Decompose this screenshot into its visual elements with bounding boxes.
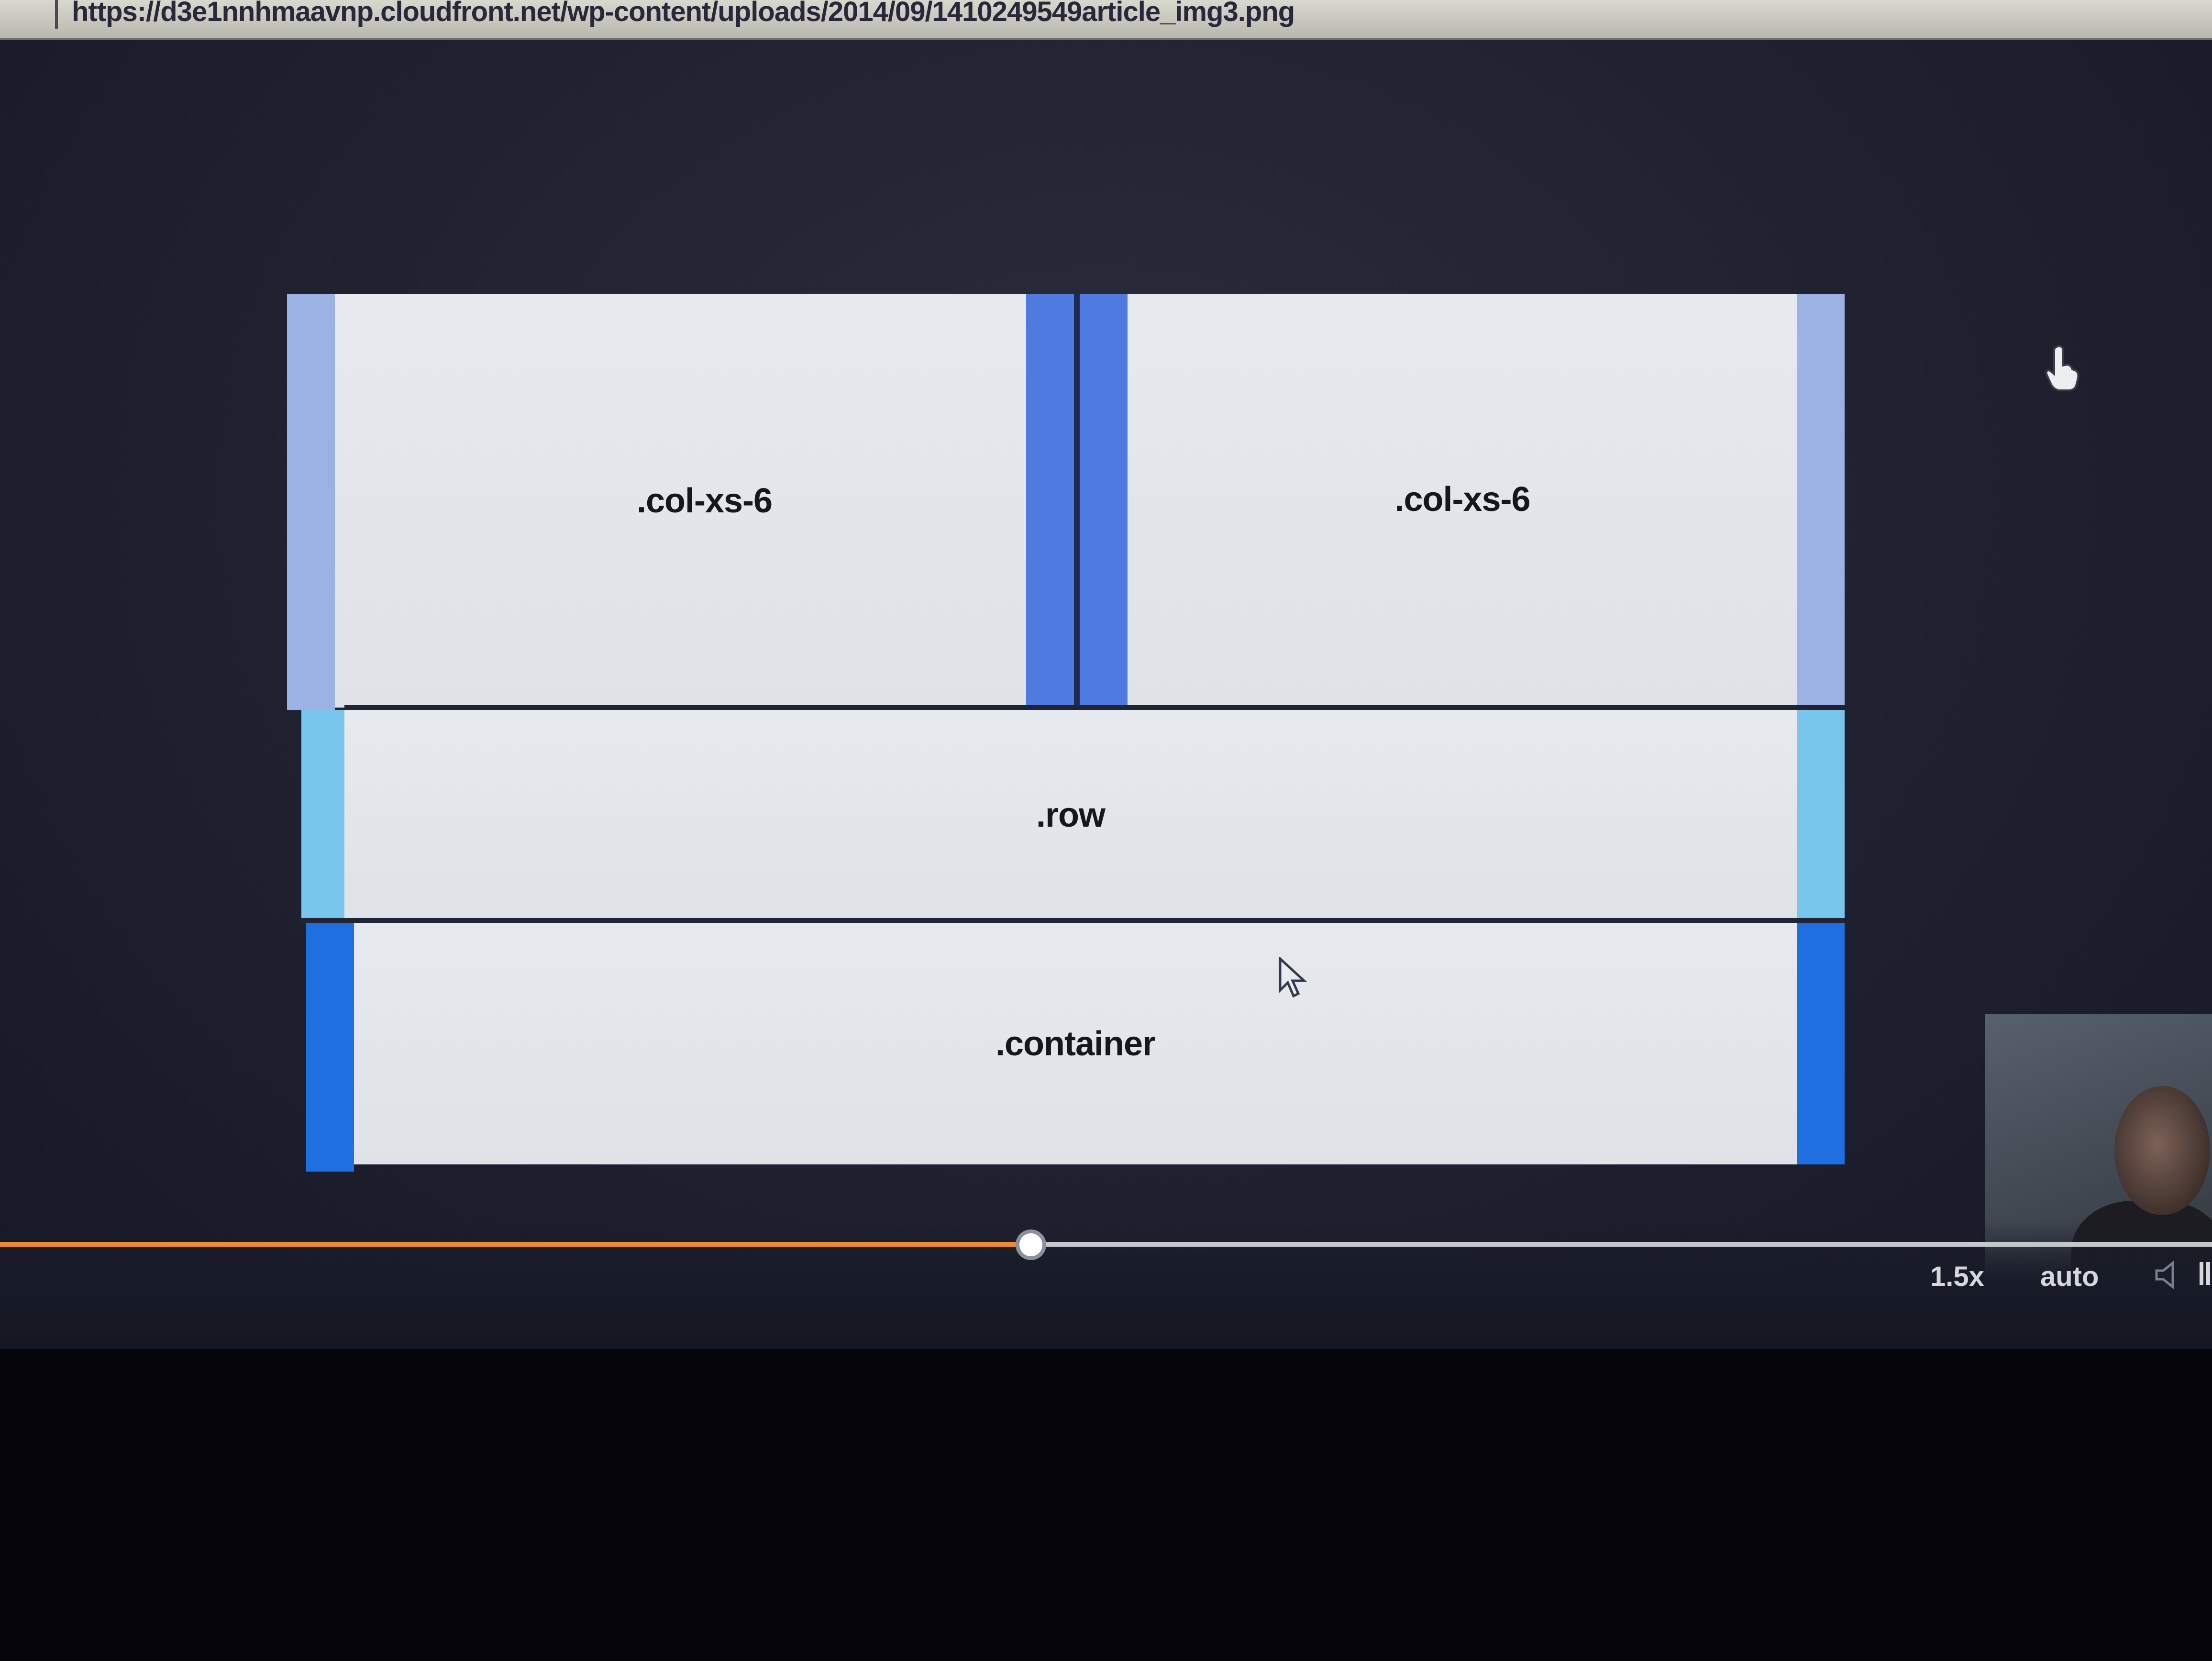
seek-progress[interactable] (0, 1242, 1031, 1247)
right-column-padding (1797, 294, 1845, 705)
gutter-right (1080, 294, 1128, 710)
volume-icon[interactable] (2153, 1258, 2186, 1292)
col-right-label: .col-xs-6 (1394, 480, 1530, 519)
container-left-padding (306, 923, 354, 1172)
address-divider (55, 0, 58, 29)
mouse-pointer-icon (1279, 957, 1307, 998)
row-left-padding (301, 710, 344, 920)
hand-cursor-icon (2045, 345, 2079, 391)
monitor-bezel (0, 1349, 2212, 1661)
row-cell: .row (344, 710, 1797, 920)
seek-knob[interactable] (1016, 1229, 1046, 1260)
pause-icon[interactable] (2199, 1259, 2212, 1288)
container-cell: .container (354, 923, 1797, 1164)
url-text[interactable]: https://d3e1nnhmaavnp.cloudfront.net/wp-… (72, 0, 1295, 26)
left-column-padding (287, 294, 335, 710)
columns-bottom-line (344, 705, 1797, 710)
presenter-face (2114, 1086, 2210, 1215)
gutter-divider (1074, 294, 1080, 710)
row-right-padding (1797, 710, 1845, 920)
row-label: .row (1036, 796, 1106, 834)
col-right-cell: .col-xs-6 (1128, 294, 1797, 705)
bootstrap-grid-diagram: .col-xs-6 .col-xs-6 .row .container (287, 294, 1845, 1172)
col-left-cell: .col-xs-6 (335, 294, 1074, 708)
browser-address-bar[interactable]: https://d3e1nnhmaavnp.cloudfront.net/wp-… (0, 0, 2212, 40)
playback-speed-button[interactable]: 1.5x (1930, 1261, 1984, 1293)
video-stage[interactable]: .col-xs-6 .col-xs-6 .row .container (0, 40, 2212, 1349)
col-left-label: .col-xs-6 (636, 481, 773, 520)
row-bottom-line (301, 918, 1845, 923)
quality-button[interactable]: auto (2040, 1261, 2099, 1293)
gutter-left (1026, 294, 1074, 710)
player-controls (0, 1220, 2212, 1354)
container-right-padding (1797, 923, 1845, 1164)
container-label: .container (995, 1024, 1156, 1063)
